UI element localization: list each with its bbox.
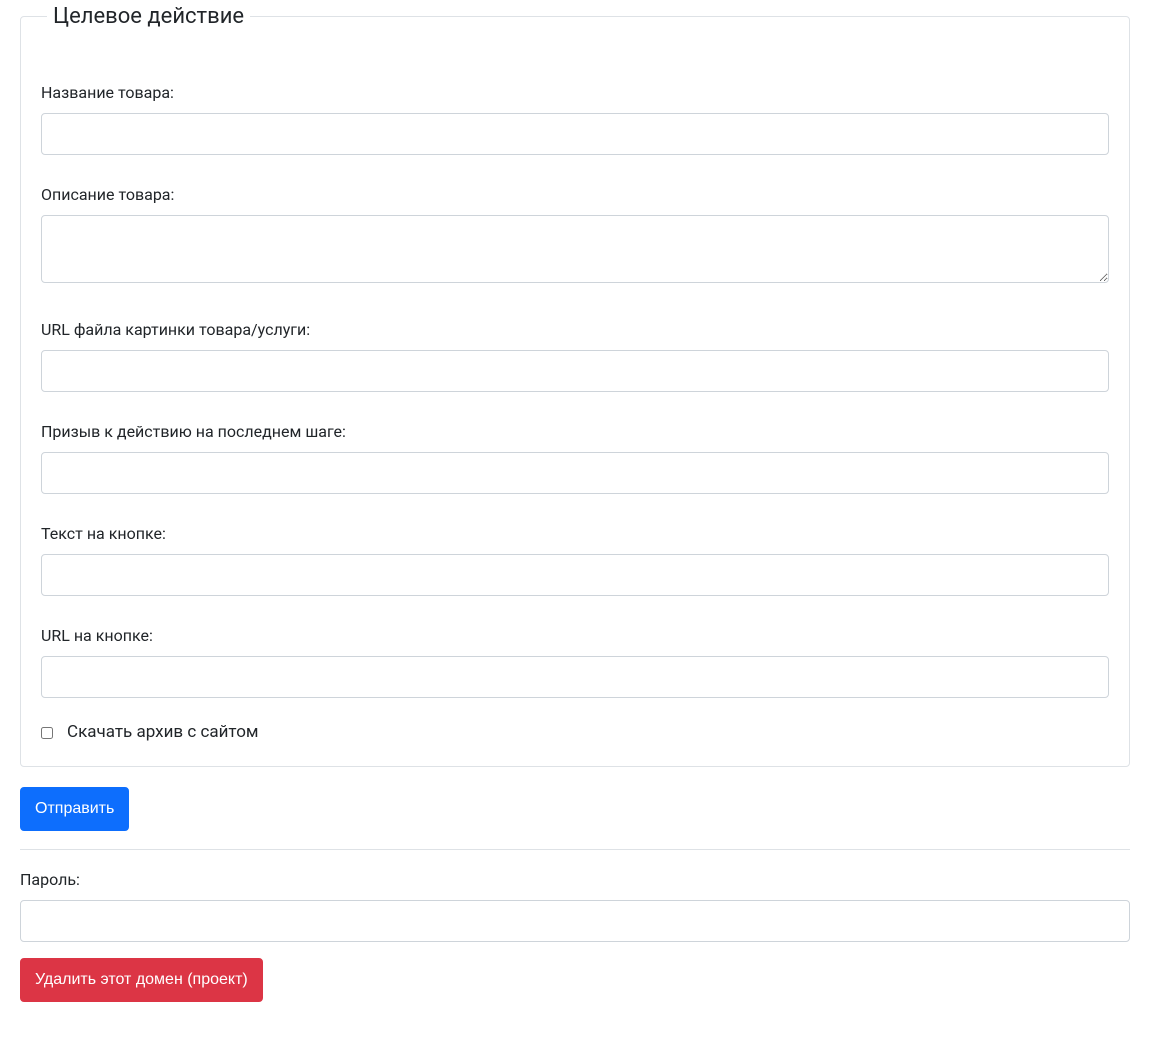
button-text-group: Текст на кнопке:: [41, 522, 1109, 596]
download-archive-label: Скачать архив с сайтом: [67, 720, 259, 746]
download-archive-checkbox[interactable]: [41, 727, 53, 739]
submit-button[interactable]: Отправить: [20, 787, 129, 831]
product-description-label: Описание товара:: [41, 183, 1109, 207]
product-description-input[interactable]: [41, 215, 1109, 283]
image-url-input[interactable]: [41, 350, 1109, 392]
button-url-group: URL на кнопке:: [41, 624, 1109, 698]
button-text-input[interactable]: [41, 554, 1109, 596]
password-input[interactable]: [20, 900, 1130, 942]
divider: [20, 849, 1130, 850]
password-label: Пароль:: [20, 868, 1130, 892]
product-name-group: Название товара:: [41, 81, 1109, 155]
cta-last-step-group: Призыв к действию на последнем шаге:: [41, 420, 1109, 494]
password-group: Пароль:: [20, 868, 1130, 942]
button-url-input[interactable]: [41, 656, 1109, 698]
cta-last-step-input[interactable]: [41, 452, 1109, 494]
image-url-group: URL файла картинки товара/услуги:: [41, 318, 1109, 392]
target-action-fieldset: Целевое действие Название товара: Описан…: [20, 0, 1130, 767]
cta-last-step-label: Призыв к действию на последнем шаге:: [41, 420, 1109, 444]
image-url-label: URL файла картинки товара/услуги:: [41, 318, 1109, 342]
product-name-input[interactable]: [41, 113, 1109, 155]
download-archive-group: Скачать архив с сайтом: [41, 720, 1109, 746]
button-url-label: URL на кнопке:: [41, 624, 1109, 648]
product-description-group: Описание товара:: [41, 183, 1109, 290]
product-name-label: Название товара:: [41, 81, 1109, 105]
fieldset-legend: Целевое действие: [47, 0, 250, 33]
delete-domain-button[interactable]: Удалить этот домен (проект): [20, 958, 263, 1002]
button-text-label: Текст на кнопке:: [41, 522, 1109, 546]
